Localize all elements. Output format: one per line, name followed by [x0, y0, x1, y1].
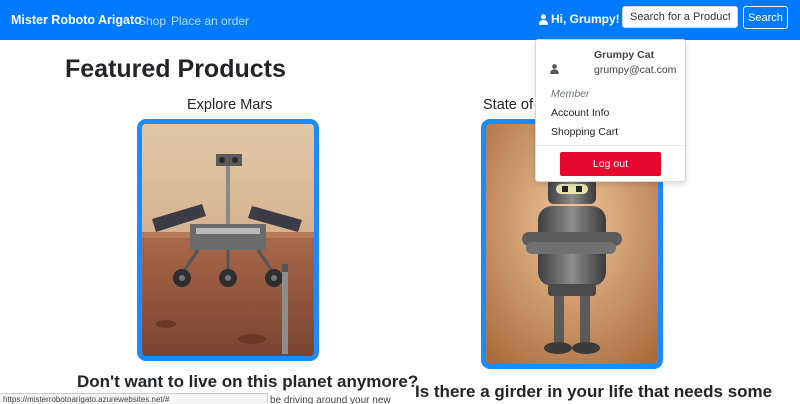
product-title-explore-mars[interactable]: Explore Mars: [187, 97, 272, 113]
product-title-state-of[interactable]: State of t: [483, 97, 541, 113]
search-button[interactable]: Search: [743, 6, 788, 29]
user-email: grumpy@cat.com: [594, 64, 677, 76]
user-dropdown-menu: Grumpy Cat grumpy@cat.com Member Account…: [535, 39, 686, 182]
product-teaser-mars: be driving around your new: [270, 395, 391, 404]
user-greeting: Hi, Grumpy!: [551, 12, 620, 26]
product-headline-mars: Don't want to live on this planet anymor…: [77, 372, 419, 391]
menu-item-shopping-cart[interactable]: Shopping Cart: [551, 126, 618, 138]
user-avatar-icon: [550, 64, 559, 74]
menu-item-account-info[interactable]: Account Info: [551, 107, 609, 119]
search-input[interactable]: [622, 6, 738, 28]
user-menu-toggle[interactable]: Hi, Grumpy! ▼: [539, 12, 632, 26]
nav-link-place-order[interactable]: Place an order: [171, 14, 249, 28]
menu-divider: [536, 145, 685, 146]
user-name: Grumpy Cat: [594, 49, 655, 61]
page-title: Featured Products: [65, 55, 286, 83]
status-bar-url: https://misterrobotoarigato.azurewebsite…: [0, 393, 268, 404]
top-navbar: Mister Roboto Arigato Shop Place an orde…: [0, 0, 800, 40]
logout-button[interactable]: Log out: [560, 152, 661, 176]
mars-rover-image[interactable]: [137, 119, 319, 361]
product-headline-girder: Is there a girder in your life that need…: [415, 382, 773, 401]
nav-link-shop[interactable]: Shop: [138, 14, 166, 28]
user-icon: [539, 13, 548, 25]
user-role: Member: [551, 88, 590, 100]
brand-link[interactable]: Mister Roboto Arigato: [11, 13, 142, 27]
